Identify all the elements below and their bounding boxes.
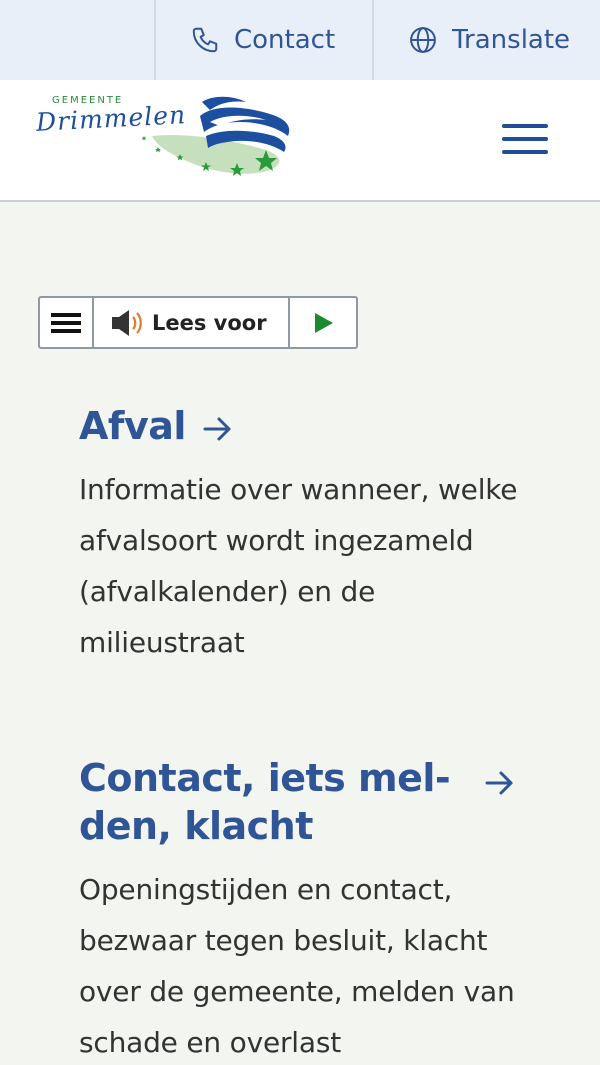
contact-link[interactable]: Contact: [154, 0, 372, 80]
contact-label: Contact: [234, 25, 336, 55]
section-afval: Afval Informatie over wanneer, welke afv…: [79, 402, 539, 668]
play-button[interactable]: [290, 298, 356, 347]
contact-description: Openingstijden en contact, bezwaar tegen…: [79, 873, 515, 1059]
menu-icon: [51, 312, 81, 317]
afval-link[interactable]: Afval: [79, 404, 235, 448]
speaker-icon: [112, 309, 142, 336]
afval-title: Afval: [79, 404, 186, 448]
afval-description: Informatie over wanneer, welke afvalsoor…: [79, 473, 518, 659]
site-header: GEMEENTE Drimmelen: [0, 80, 600, 202]
phone-icon: [192, 27, 218, 53]
translate-link[interactable]: Translate: [372, 0, 600, 80]
section-title: Afval: [79, 402, 539, 450]
read-aloud-button[interactable]: Lees voor: [94, 298, 290, 347]
section-contact: Contact, iets mel- den, klacht Openingst…: [79, 754, 539, 1065]
utility-bar: Contact Translate: [0, 0, 600, 80]
drimmelen-logo[interactable]: GEMEENTE Drimmelen: [34, 92, 304, 192]
globe-icon: [410, 27, 436, 53]
contact-section-link[interactable]: Contact, iets mel- den, klacht: [79, 754, 539, 850]
readspeaker-menu-button[interactable]: [40, 298, 94, 347]
hamburger-menu-icon[interactable]: [502, 124, 548, 158]
read-aloud-label: Lees voor: [152, 310, 267, 335]
section-title: Contact, iets mel- den, klacht: [79, 754, 539, 850]
arrow-right-icon: [203, 417, 231, 440]
contact-title-line1: Contact, iets mel-: [79, 756, 451, 800]
contact-title-line2: den, klacht: [79, 804, 313, 848]
readspeaker-toolbar: Lees voor: [38, 296, 358, 349]
play-icon: [315, 312, 333, 333]
translate-label: Translate: [452, 25, 571, 55]
arrow-right-icon: [485, 771, 513, 795]
